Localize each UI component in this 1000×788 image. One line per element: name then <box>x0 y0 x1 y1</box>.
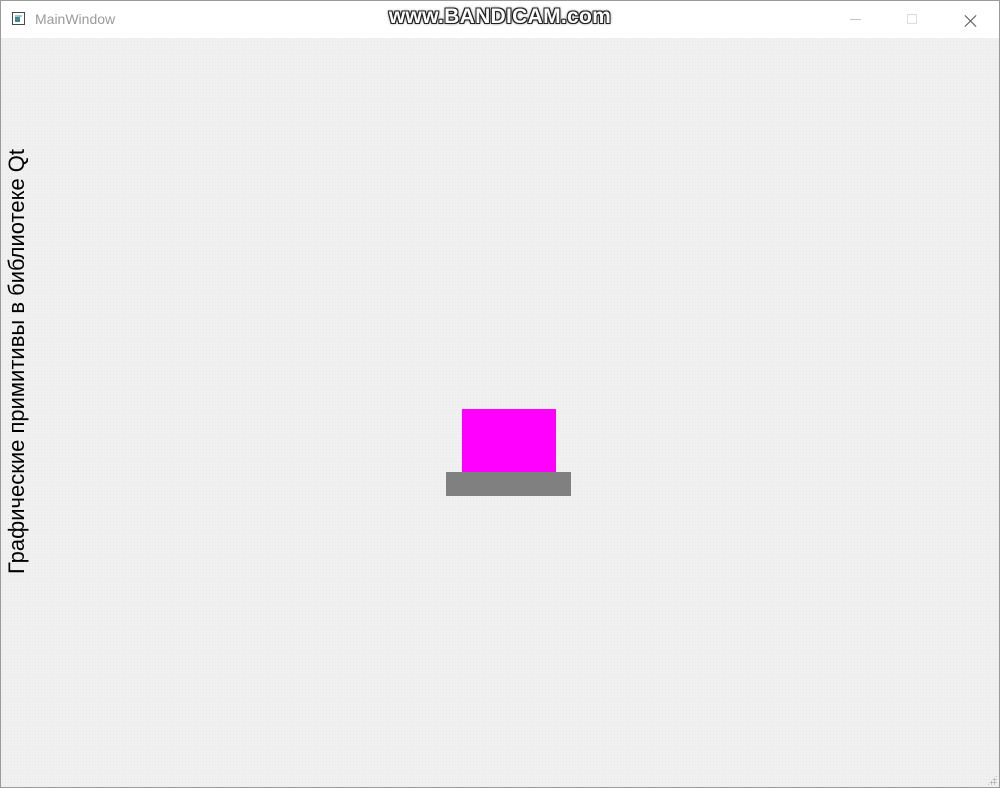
minimize-button[interactable] <box>826 1 884 38</box>
maximize-button[interactable] <box>884 1 942 38</box>
maximize-icon <box>907 14 917 24</box>
magenta-rectangle <box>462 409 556 473</box>
vertical-caption: Графические примитивы в библиотеке Qt <box>4 148 29 574</box>
title-bar[interactable]: MainWindow www.BANDICAM.com <box>1 1 999 38</box>
main-window: MainWindow www.BANDICAM.com Графические … <box>0 0 1000 788</box>
close-icon <box>964 14 978 28</box>
close-button[interactable] <box>942 1 999 38</box>
minimize-icon <box>850 19 861 20</box>
gray-rectangle <box>446 472 571 496</box>
